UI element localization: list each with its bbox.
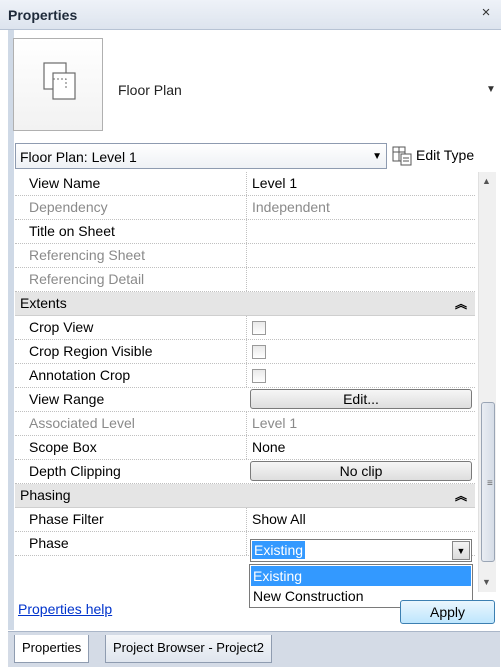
param-name: Phase bbox=[29, 535, 69, 551]
chevron-down-icon[interactable]: ▼ bbox=[452, 541, 470, 560]
panel-tabs: Properties Project Browser - Project2 bbox=[8, 631, 500, 667]
row-crop-view[interactable]: Crop View bbox=[15, 316, 475, 340]
chevron-down-icon[interactable]: ▼ bbox=[485, 84, 497, 95]
row-dependency: Dependency Independent bbox=[15, 196, 475, 220]
apply-button[interactable]: Apply bbox=[400, 600, 495, 624]
row-associated-level: Associated Level Level 1 bbox=[15, 412, 475, 436]
properties-titlebar: Properties × bbox=[0, 0, 501, 30]
group-label: Extents bbox=[20, 295, 67, 311]
collapse-icon[interactable]: ︽ bbox=[455, 295, 467, 312]
edit-type-icon bbox=[392, 146, 412, 166]
phase-dropdown[interactable]: Existing ▼ bbox=[250, 539, 472, 562]
param-value: Independent bbox=[252, 199, 330, 215]
row-view-range[interactable]: View Range Edit... bbox=[15, 388, 475, 412]
param-name: Scope Box bbox=[29, 439, 97, 455]
scrollbar-thumb[interactable]: ≡ bbox=[481, 402, 495, 562]
row-title-on-sheet[interactable]: Title on Sheet bbox=[15, 220, 475, 244]
annotation-crop-checkbox[interactable] bbox=[252, 369, 266, 383]
param-name: View Range bbox=[29, 391, 105, 407]
row-referencing-sheet: Referencing Sheet bbox=[15, 244, 475, 268]
param-name: View Name bbox=[29, 175, 101, 191]
param-name: Referencing Sheet bbox=[29, 247, 145, 263]
param-name: Crop Region Visible bbox=[29, 343, 153, 359]
param-name: Phase Filter bbox=[29, 511, 104, 527]
grip-icon: ≡ bbox=[487, 478, 493, 489]
tab-properties[interactable]: Properties bbox=[14, 635, 90, 663]
depth-clipping-button[interactable]: No clip bbox=[250, 461, 472, 481]
window-title: Properties bbox=[8, 7, 78, 23]
instance-filter-value: Floor Plan: Level 1 bbox=[20, 149, 137, 165]
param-name: Referencing Detail bbox=[29, 271, 145, 287]
crop-region-visible-checkbox[interactable] bbox=[252, 345, 266, 359]
group-label: Phasing bbox=[20, 487, 71, 503]
param-name: Crop View bbox=[29, 319, 94, 335]
type-selector-thumbnail[interactable] bbox=[13, 38, 103, 131]
row-crop-region-visible[interactable]: Crop Region Visible bbox=[15, 340, 475, 364]
view-range-edit-button[interactable]: Edit... bbox=[250, 389, 472, 409]
param-name: Depth Clipping bbox=[29, 463, 121, 479]
phase-selected-value[interactable]: Existing bbox=[252, 541, 306, 559]
tab-project-browser[interactable]: Project Browser - Project2 bbox=[105, 635, 272, 663]
param-value[interactable]: Level 1 bbox=[252, 175, 297, 191]
properties-grid: View Name Level 1 Dependency Independent… bbox=[15, 172, 475, 572]
type-selector-name[interactable]: Floor Plan bbox=[118, 82, 182, 98]
param-name: Dependency bbox=[29, 199, 108, 215]
param-value: Level 1 bbox=[252, 415, 298, 431]
edit-type-label: Edit Type bbox=[416, 147, 475, 163]
floor-plan-icon bbox=[43, 62, 76, 100]
close-icon[interactable]: × bbox=[477, 4, 495, 24]
properties-help-link[interactable]: Properties help bbox=[18, 601, 112, 617]
param-name: Title on Sheet bbox=[29, 223, 115, 239]
row-referencing-detail: Referencing Detail bbox=[15, 268, 475, 292]
row-scope-box[interactable]: Scope Box None bbox=[15, 436, 475, 460]
phase-option-existing[interactable]: Existing bbox=[251, 566, 471, 586]
collapse-icon[interactable]: ︽ bbox=[455, 487, 467, 504]
param-value[interactable]: Show All bbox=[252, 511, 306, 527]
crop-view-checkbox[interactable] bbox=[252, 321, 266, 335]
group-extents[interactable]: Extents ︽ bbox=[15, 292, 475, 316]
instance-filter-combo[interactable]: Floor Plan: Level 1 ▼ bbox=[15, 143, 387, 169]
scroll-down-icon[interactable]: ▼ bbox=[482, 577, 491, 587]
properties-scrollbar[interactable]: ▲ ≡ ▼ bbox=[478, 172, 496, 592]
param-value[interactable]: None bbox=[252, 439, 285, 455]
param-name: Annotation Crop bbox=[29, 367, 131, 383]
scroll-up-icon[interactable]: ▲ bbox=[482, 176, 491, 186]
group-phasing[interactable]: Phasing ︽ bbox=[15, 484, 475, 508]
row-annotation-crop[interactable]: Annotation Crop bbox=[15, 364, 475, 388]
row-depth-clipping[interactable]: Depth Clipping No clip bbox=[15, 460, 475, 484]
row-view-name[interactable]: View Name Level 1 bbox=[15, 172, 475, 196]
edit-type-button[interactable]: Edit Type bbox=[390, 143, 496, 169]
param-name: Associated Level bbox=[29, 415, 135, 431]
dropdown-arrow-icon[interactable]: ▼ bbox=[372, 151, 382, 162]
row-phase-filter[interactable]: Phase Filter Show All bbox=[15, 508, 475, 532]
